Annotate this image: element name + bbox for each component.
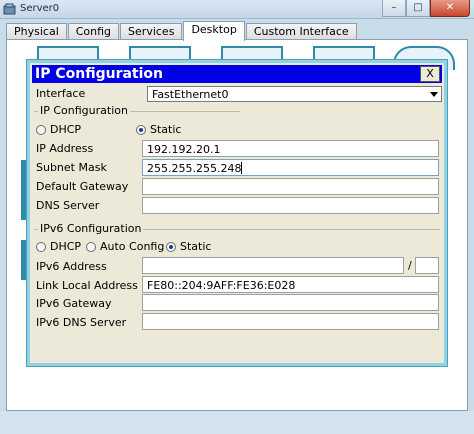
ipv6-dhcp-radio[interactable]: DHCP [36, 240, 81, 253]
ipv6-address-label: IPv6 Address [36, 260, 107, 273]
ipv6-static-label: Static [180, 240, 212, 253]
ipv6-auto-config-label: Auto Config [100, 240, 165, 253]
default-gateway-field[interactable] [142, 178, 439, 195]
ipv4-dhcp-label: DHCP [50, 123, 82, 136]
subnet-mask-value: 255.255.255.248 [147, 162, 242, 175]
ipv6-prefix-field[interactable] [415, 257, 439, 274]
link-local-value: FE80::204:9AFF:FE36:E028 [147, 279, 296, 292]
ipv6-dhcp-label: DHCP [50, 240, 82, 253]
ip-address-value: 192.192.20.1 [147, 143, 221, 156]
dialog-close-button[interactable]: X [420, 66, 440, 82]
chevron-down-icon [430, 92, 438, 97]
tab-services[interactable]: Services [120, 23, 183, 40]
tab-physical[interactable]: Physical [6, 23, 67, 40]
ip-configuration-dialog: IP Configuration X Interface FastEtherne… [27, 60, 447, 366]
dialog-title: IP Configuration [35, 66, 163, 82]
dns-server-field[interactable] [142, 197, 439, 214]
tab-desktop[interactable]: Desktop [183, 21, 245, 41]
window-bottom-area [0, 411, 474, 434]
server-app-icon [3, 3, 16, 15]
ipv4-static-radio[interactable]: Static [136, 123, 181, 136]
link-local-field: FE80::204:9AFF:FE36:E028 [142, 276, 439, 293]
radio-off-icon [36, 124, 46, 135]
window-title: Server0 [20, 3, 60, 14]
interface-label: Interface [36, 87, 86, 100]
radio-off-icon [86, 241, 96, 252]
subnet-mask-field[interactable]: 255.255.255.248 [142, 159, 439, 176]
ip-address-label: IP Address [36, 142, 94, 155]
radio-off-icon [36, 241, 46, 252]
window-titlebar: Server0 – □ ✕ [0, 0, 474, 19]
ipv6-gateway-field[interactable] [142, 294, 439, 311]
ipv6-dns-label: IPv6 DNS Server [36, 316, 127, 329]
ipv6-auto-config-radio[interactable]: Auto Config [86, 240, 164, 253]
link-local-label: Link Local Address [36, 279, 138, 292]
window-close-icon[interactable]: ✕ [430, 0, 470, 17]
ipv4-group-label: IP Configuration [38, 104, 130, 117]
ip-address-field[interactable]: 192.192.20.1 [142, 140, 439, 157]
interface-select-value: FastEthernet0 [152, 88, 229, 101]
maximize-icon[interactable]: □ [406, 0, 430, 17]
subnet-mask-label: Subnet Mask [36, 161, 107, 174]
dialog-titlebar: IP Configuration X [32, 65, 442, 83]
text-caret [241, 162, 242, 174]
interface-select[interactable]: FastEthernet0 [147, 86, 442, 102]
minimize-icon[interactable]: – [382, 0, 406, 17]
tab-config[interactable]: Config [67, 23, 120, 40]
ipv4-static-label: Static [150, 123, 182, 136]
dns-server-label: DNS Server [36, 199, 100, 212]
prefix-separator: / [408, 259, 412, 272]
default-gateway-label: Default Gateway [36, 180, 129, 193]
ipv6-static-radio[interactable]: Static [166, 240, 211, 253]
window-controls: – □ ✕ [382, 0, 470, 19]
radio-on-icon [166, 241, 176, 252]
ipv6-gateway-label: IPv6 Gateway [36, 297, 112, 310]
tab-bar: Physical Config Services Desktop Custom … [6, 21, 358, 41]
radio-on-icon [136, 124, 146, 135]
tab-custom-interface[interactable]: Custom Interface [245, 23, 357, 40]
ipv6-group-label: IPv6 Configuration [38, 222, 144, 235]
ipv6-address-field[interactable] [142, 257, 404, 274]
ipv4-dhcp-radio[interactable]: DHCP [36, 123, 81, 136]
ipv6-dns-field[interactable] [142, 313, 439, 330]
